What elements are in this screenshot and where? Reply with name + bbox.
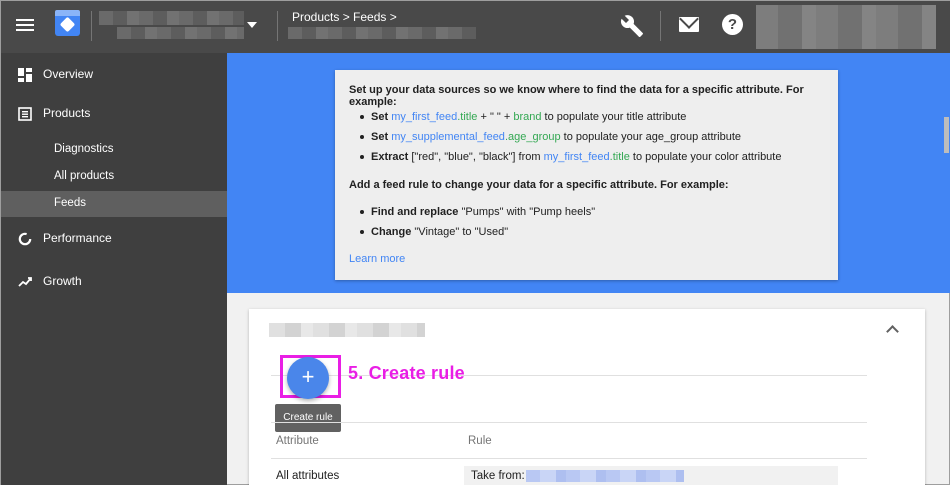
example-text: to populate your age_group attribute [560,131,742,143]
feed-name-redacted [288,27,476,39]
sidebar-item-label: Feeds [54,197,86,209]
attribute-name: .title [457,111,478,123]
list-item: Extract ["red", "blue", "black"] from my… [359,150,782,170]
list-item: Change "Vintage" to "Used" [359,225,595,245]
sidebar-item-performance[interactable]: Performance [1,227,227,253]
info-card: Set up your data sources so we know wher… [335,70,838,280]
feed-link: my_first_feed [543,151,610,163]
sidebar-item-feeds[interactable]: Feeds [1,191,227,217]
info-heading-rules: Add a feed rule to change your data for … [349,179,729,191]
account-name-redacted [99,11,244,25]
list-item: Find and replace "Pumps" with "Pump heel… [359,205,596,225]
divider [660,11,661,41]
wrench-icon[interactable] [620,14,644,38]
breadcrumb[interactable]: Products > Feeds > [292,10,397,24]
sidebar-item-label: Overview [43,67,94,81]
help-icon[interactable]: ? [722,14,743,35]
sidebar-item-label: Growth [43,274,82,288]
rule-cell-label: Take from: [471,470,525,482]
row-attribute-cell: All attributes [276,470,340,482]
sidebar-item-label: All products [54,170,115,182]
menu-icon[interactable] [15,16,35,36]
sidebar-item-products[interactable]: Products [1,102,227,128]
keyword: Extract [371,151,409,163]
sidebar-item-growth[interactable]: Growth [1,270,227,296]
sidebar-item-label: Performance [43,231,112,245]
divider [91,11,92,41]
growth-icon [18,277,32,287]
divider [271,458,867,459]
divider [271,422,867,423]
operator-text: + " " + [477,111,514,123]
attribute-name: brand [513,111,542,123]
column-header-attribute: Attribute [276,435,319,447]
dropdown-caret-icon[interactable] [247,22,257,28]
keyword: Find and replace [371,206,459,218]
collapse-chevron-icon[interactable] [886,325,899,338]
create-rule-button[interactable]: + [287,357,329,399]
mail-icon[interactable] [679,17,699,32]
example-text: to populate your title attribute [541,111,687,123]
keyword: Set [371,111,389,123]
feed-rules-card: + 5. Create rule Create rule Attribute R… [249,309,925,485]
sidebar-item-diagnostics[interactable]: Diagnostics [1,137,227,163]
example-text: "Pumps" with "Pump heels" [458,206,596,218]
account-id-redacted [117,27,244,39]
sidebar: Overview Products Diagnostics All produc… [1,53,227,485]
sources-examples-list: Set my_first_feed.title + " " + brand to… [359,110,782,170]
overview-icon [18,68,32,82]
keyword: Set [371,131,389,143]
performance-icon [18,232,32,246]
example-text: to populate your color attribute [629,151,782,163]
account-picker[interactable] [99,11,249,41]
divider [277,11,278,41]
sidebar-item-label: Products [43,106,91,120]
top-app-bar: Products > Feeds > ? [1,1,950,53]
list-item: Set my_first_feed.title + " " + brand to… [359,110,781,130]
user-account-redacted[interactable] [756,5,936,49]
feed-link: my_first_feed [391,111,458,123]
sidebar-item-all-products[interactable]: All products [1,164,227,190]
attribute-title-redacted [269,323,425,337]
feed-link: my_supplemental_feed [391,131,505,143]
create-rule-tooltip: Create rule [275,404,341,432]
sidebar-item-overview[interactable]: Overview [1,63,227,89]
step-annotation: 5. Create rule [348,363,465,383]
list-item: Set my_supplemental_feed.age_group to po… [359,130,781,150]
attribute-name: .title [609,151,630,163]
rules-examples-list: Find and replace "Pumps" with "Pump heel… [359,205,596,245]
rule-cell[interactable]: Take from: [464,466,838,485]
keyword: Change [371,226,412,238]
info-heading-sources: Set up your data sources so we know wher… [349,84,804,108]
attribute-name: .age_group [504,131,561,143]
learn-more-link[interactable]: Learn more [349,253,405,265]
merchant-logo-icon[interactable] [55,10,80,36]
example-text: "Vintage" to "Used" [411,226,509,238]
example-text: ["red", "blue", "black"] from [408,151,544,163]
column-header-rule: Rule [468,435,492,447]
rule-source-redacted [526,470,684,482]
scrollbar-thumb[interactable] [944,117,949,153]
breadcrumb-text[interactable]: Products > Feeds > [292,10,397,24]
products-icon [18,107,32,121]
sidebar-item-label: Diagnostics [54,143,114,155]
